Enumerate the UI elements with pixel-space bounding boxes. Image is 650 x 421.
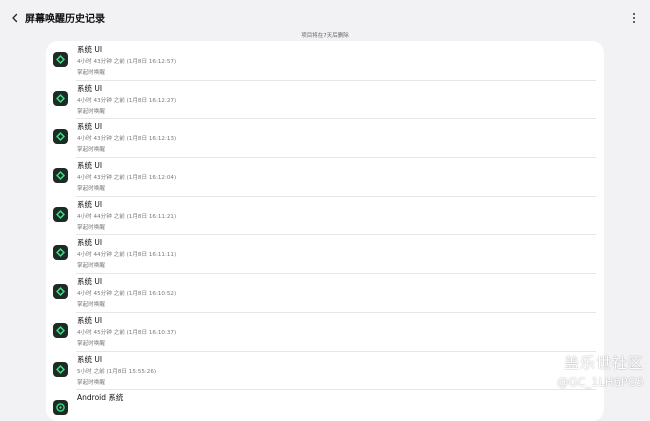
wake-reason: 掌起时唤醒 (77, 224, 105, 231)
wake-reason: 掌起时唤醒 (77, 302, 105, 309)
app-name: 系统 UI (77, 83, 103, 93)
community-watermark: 盖乐世社区 @GC_1LH6PG5 (540, 354, 644, 390)
list-item[interactable]: 系统 UI 4小时 43分钟 之前 (1月8日 16:12:57) 掌起时唤醒 (46, 41, 604, 80)
list-item[interactable]: 系统 UI 5小时 之前 (1月8日 15:55:26) 掌起时唤醒 (46, 350, 604, 390)
row-divider (76, 273, 596, 274)
list-item[interactable]: 系统 UI 4小时 43分钟 之前 (1月8日 16:12:04) 掌起时唤醒 (46, 157, 604, 196)
wake-time: 4小时 43分钟 之前 (1月8日 16:12:13) (77, 136, 177, 143)
row-divider (76, 234, 596, 236)
wake-reason: 掌起时唤醒 (77, 186, 105, 193)
app-name: 系统 UI (77, 122, 103, 132)
page-title: 屏幕唤醒历史记录 (25, 14, 105, 25)
wake-time: 4小时 44分钟 之前 (1月8日 16:11:21) (77, 213, 177, 220)
wake-reason: 掌起时唤醒 (77, 379, 105, 386)
wake-history-list: 系统 UI 4小时 43分钟 之前 (1月8日 16:12:57) 掌起时唤醒 … (46, 41, 604, 421)
back-button[interactable] (6, 9, 24, 27)
wake-time: 4小时 45分钟 之前 (1月8日 16:10:37) (77, 329, 177, 336)
system-ui-app-icon (53, 206, 68, 222)
wake-time: 4小时 44分钟 之前 (1月8日 16:11:11) (77, 252, 177, 259)
row-divider (76, 79, 596, 81)
app-name: 系统 UI (77, 45, 103, 54)
wake-time: 4小时 43分钟 之前 (1月8日 16:12:27) (77, 97, 177, 104)
app-name: 系统 UI (77, 354, 103, 364)
row-divider (76, 389, 596, 390)
wake-time: 5小时 之前 (1月8日 15:55:26) (77, 368, 157, 375)
system-ui-app-icon (53, 245, 68, 261)
chevron-left-icon (12, 13, 18, 23)
row-divider (76, 311, 596, 313)
row-divider (76, 118, 596, 119)
app-name: 系统 UI (77, 161, 103, 171)
deletion-notice: 项目将在7天后删除 (301, 33, 349, 39)
list-item[interactable]: 系统 UI 4小时 44分钟 之前 (1月8日 16:11:11) 掌起时唤醒 (46, 234, 604, 273)
android-system-app-icon (53, 400, 68, 416)
app-name: Android 系统 (77, 393, 124, 403)
more-options-button[interactable] (627, 10, 641, 26)
wake-reason: 掌起时唤醒 (77, 263, 105, 270)
watermark-user: @GC_1LH6PG5 (556, 375, 644, 389)
system-ui-app-icon (53, 168, 68, 184)
list-item[interactable]: 系统 UI 4小时 45分钟 之前 (1月8日 16:10:52) 掌起时唤醒 (46, 273, 604, 312)
app-name: 系统 UI (77, 277, 103, 287)
app-name: 系统 UI (77, 199, 103, 209)
system-ui-app-icon (53, 322, 68, 338)
app-name: 系统 UI (77, 315, 103, 325)
wake-time: 4小时 43分钟 之前 (1月8日 16:12:04) (77, 175, 177, 182)
system-ui-app-icon (53, 52, 68, 67)
list-item[interactable]: Android 系统 (46, 389, 604, 421)
list-item[interactable]: 系统 UI 4小时 44分钟 之前 (1月8日 16:11:21) 掌起时唤醒 (46, 195, 604, 235)
wake-time: 4小时 43分钟 之前 (1月8日 16:12:57) (77, 59, 177, 65)
row-divider (76, 195, 596, 197)
list-item[interactable]: 系统 UI 4小时 45分钟 之前 (1月8日 16:10:37) 掌起时唤醒 (46, 311, 604, 351)
wake-reason: 掌起时唤醒 (77, 70, 105, 76)
list-item[interactable]: 系统 UI 4小时 43分钟 之前 (1月8日 16:12:27) 掌起时唤醒 (46, 79, 604, 119)
list-item[interactable]: 系统 UI 4小时 43分钟 之前 (1月8日 16:12:13) 掌起时唤醒 (46, 118, 604, 157)
more-vertical-icon (633, 13, 635, 16)
system-ui-app-icon (53, 129, 68, 145)
row-divider (76, 350, 596, 352)
app-header: 屏幕唤醒历史记录 (0, 0, 650, 34)
wake-reason: 掌起时唤醒 (77, 147, 105, 154)
system-ui-app-icon (53, 90, 68, 106)
wake-reason: 掌起时唤醒 (77, 340, 105, 347)
wake-time: 4小时 45分钟 之前 (1月8日 16:10:52) (77, 291, 177, 298)
app-name: 系统 UI (77, 238, 103, 248)
more-vertical-icon-dot (633, 20, 635, 23)
more-vertical-icon-dot (633, 17, 635, 19)
wake-reason: 掌起时唤醒 (77, 108, 105, 115)
row-divider (76, 157, 596, 158)
system-ui-app-icon (53, 361, 68, 377)
system-ui-app-icon (53, 284, 68, 300)
watermark-title: 盖乐世社区 (563, 354, 644, 372)
